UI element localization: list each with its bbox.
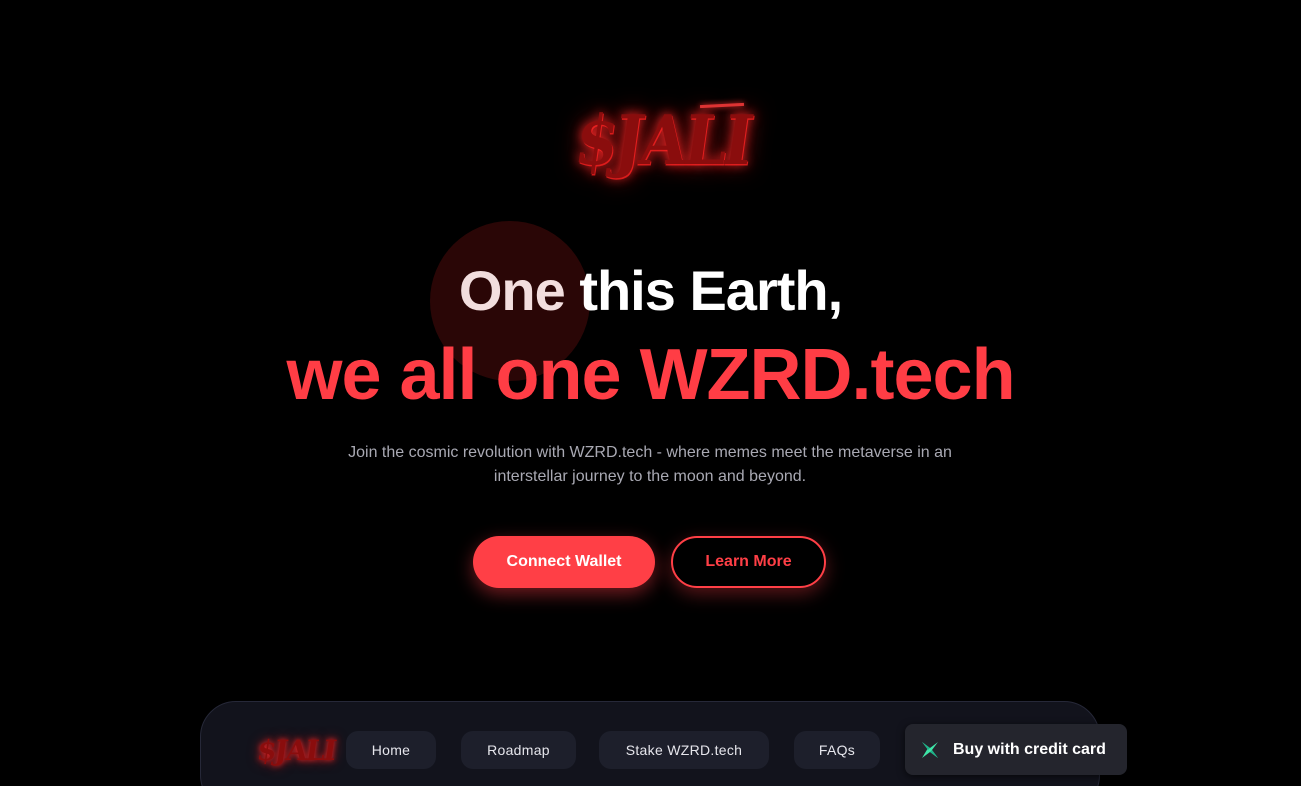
headline-line-1: One this Earth, [0, 258, 1301, 323]
nav-item-stake[interactable]: Stake WZRD.tech [599, 731, 769, 769]
navbar-logo-text: $JALI [255, 733, 337, 767]
nav-item-faqs[interactable]: FAQs [794, 731, 880, 769]
nav-item-label: Roadmap [487, 742, 550, 758]
navbar-logo[interactable]: $JALI [255, 730, 337, 770]
connect-wallet-button[interactable]: Connect Wallet [473, 536, 655, 588]
buy-with-credit-card-label: Buy with credit card [953, 740, 1106, 758]
headline-line-2: we all one WZRD.tech [286, 335, 1015, 415]
learn-more-button[interactable]: Learn More [671, 536, 826, 588]
buy-with-credit-card-button[interactable]: Buy with credit card [905, 724, 1127, 775]
cross-x-icon [919, 739, 941, 761]
headline-first-word: One [458, 259, 566, 322]
nav-item-home[interactable]: Home [346, 731, 436, 769]
nav-item-label: Stake WZRD.tech [625, 742, 743, 758]
nav-item-label: FAQs [818, 742, 856, 758]
hero-subtitle: Join the cosmic revolution with WZRD.tec… [348, 444, 952, 485]
nav-item-roadmap[interactable]: Roadmap [461, 731, 576, 769]
page: $JALI One this Earth, we all one WZRD.te… [0, 0, 1301, 786]
hero-logo: $JALI [570, 94, 754, 186]
hero-logo-text: $JALI [570, 99, 755, 181]
headline-rest: this Earth, [564, 259, 843, 322]
nav-item-label: Home [371, 742, 411, 758]
